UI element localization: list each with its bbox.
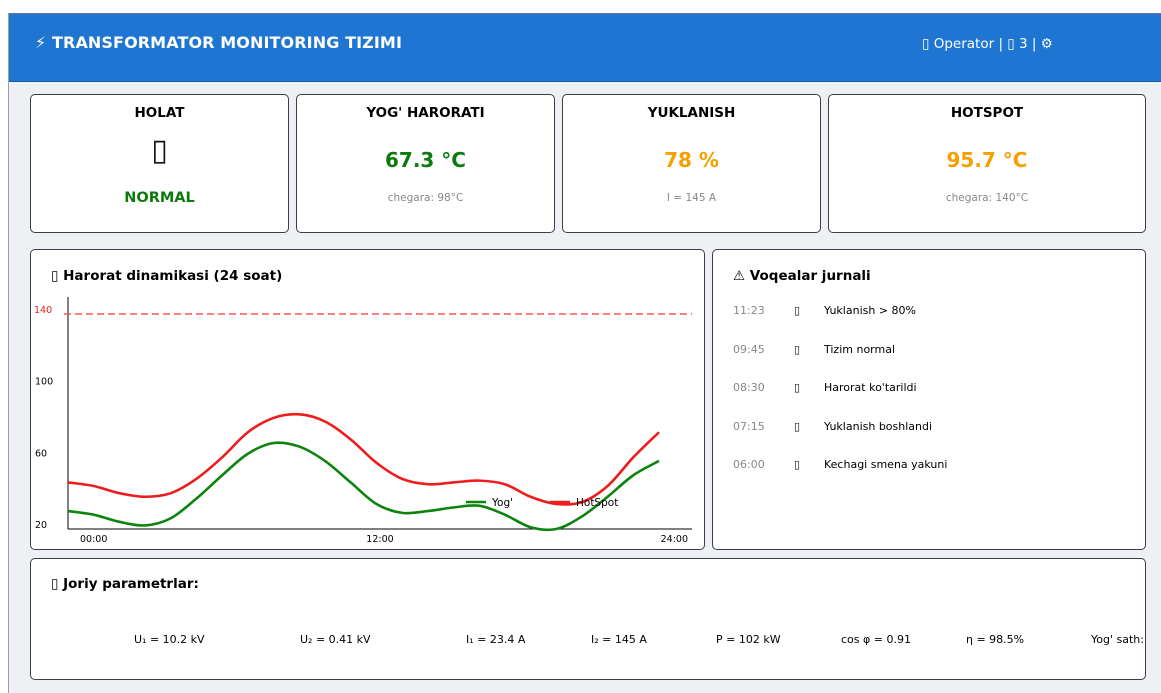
kpi-card-load: YUKLANISH 78 % I = 145 A: [562, 94, 821, 233]
event-time: 06:00: [733, 458, 765, 471]
kpi-title-load: YUKLANISH: [647, 105, 736, 121]
event-log-title: ⚠ Voqealar jurnali: [733, 268, 871, 284]
app-window: ⚡ TRANSFORMATOR MONITORING TIZIMI ▯ Oper…: [8, 13, 1161, 693]
event-time: 11:23: [733, 304, 765, 317]
event-log-row[interactable]: 06:00 ▯ Kechagi smena yakuni: [733, 458, 1133, 474]
top-bar: ⚡ TRANSFORMATOR MONITORING TIZIMI ▯ Oper…: [9, 14, 1161, 82]
event-time: 07:15: [733, 420, 765, 433]
kpi-limit-hotspot: chegara: 140°C: [945, 192, 1029, 204]
kpi-title-oil-temp: YOG' HARORATI: [366, 105, 485, 121]
event-log-row[interactable]: 07:15 ▯ Yuklanish boshlandi: [733, 420, 1133, 436]
param-i1: I₁ = 23.4 A: [466, 633, 526, 646]
kpi-title-holat: HOLAT: [134, 105, 185, 121]
x-tick-label: 24:00: [661, 534, 688, 545]
kpi-value-load: 78 %: [664, 148, 719, 172]
current-parameters-panel: ▯ Joriy parametrlar: U₁ = 10.2 kV U₂ = 0…: [30, 558, 1146, 680]
kpi-current-load: I = 145 A: [666, 192, 717, 204]
event-log-row[interactable]: 11:23 ▯ Yuklanish > 80%: [733, 304, 1133, 320]
parameters-title: ▯ Joriy parametrlar:: [51, 576, 199, 592]
event-icon: ▯: [794, 420, 801, 433]
param-u1: U₁ = 10.2 kV: [134, 633, 205, 646]
status-icon: ▯: [151, 133, 168, 168]
event-log-panel: ⚠ Voqealar jurnali 11:23 ▯ Yuklanish > 8…: [712, 249, 1146, 550]
threshold-label: 140: [34, 305, 52, 316]
series-line-hotspot: [67, 412, 660, 506]
x-tick-label: 12:00: [366, 534, 393, 545]
param-power: P = 102 kW: [716, 633, 781, 646]
kpi-card-oil-temp: YOG' HARORATI 67.3 °C chegara: 98°C: [296, 94, 555, 233]
app-title: ⚡ TRANSFORMATOR MONITORING TIZIMI: [35, 33, 403, 52]
temperature-chart-panel: ▯ Harorat dinamikasi (24 soat) 140 20 60 10…: [30, 249, 705, 550]
event-icon: ▯: [794, 304, 801, 317]
x-tick-label: 00:00: [80, 534, 107, 545]
event-time: 09:45: [733, 343, 765, 356]
event-icon: ▯: [794, 458, 801, 471]
param-efficiency: η = 98.5%: [966, 633, 1025, 646]
y-tick-label: 100: [35, 377, 53, 388]
event-message: Yuklanish boshlandi: [824, 420, 933, 433]
event-time: 08:30: [733, 381, 765, 394]
event-icon: ▯: [794, 381, 801, 394]
kpi-value-hotspot: 95.7 °C: [946, 148, 1028, 172]
event-message: Yuklanish > 80%: [824, 304, 916, 317]
temperature-chart: 140 20 60 100 00:00 12:00 24:00 Yog' HotSpot: [34, 297, 692, 545]
kpi-value-oil-temp: 67.3 °C: [385, 148, 466, 172]
kpi-card-hotspot: HOTSPOT 95.7 °C chegara: 140°C: [828, 94, 1146, 233]
event-message: Kechagi smena yakuni: [824, 458, 948, 471]
param-u2: U₂ = 0.41 kV: [300, 633, 371, 646]
kpi-card-holat: HOLAT ▯ NORMAL: [30, 94, 289, 233]
legend-label-oil: Yog': [491, 497, 513, 509]
event-icon: ▯: [794, 343, 801, 356]
event-log-row[interactable]: 08:30 ▯ Harorat ko'tarildi: [733, 381, 1133, 397]
y-tick-label: 60: [35, 448, 47, 459]
param-i2: I₂ = 145 A: [591, 633, 647, 646]
param-cos-phi: cos φ = 0.91: [841, 633, 911, 646]
event-log-row[interactable]: 09:45 ▯ Tizim normal: [733, 343, 1133, 359]
user-status-bar[interactable]: ▯ Operator | ▯ 3 | ⚙: [922, 36, 1053, 52]
param-oil-level: Yog' sath: OK: [1091, 633, 1145, 646]
event-message: Harorat ko'tarildi: [824, 381, 917, 394]
event-message: Tizim normal: [824, 343, 896, 356]
kpi-title-hotspot: HOTSPOT: [950, 105, 1024, 121]
series-line-oil: [67, 441, 660, 532]
kpi-limit-oil-temp: chegara: 98°C: [387, 192, 464, 204]
y-tick-label: 20: [35, 520, 47, 531]
kpi-status-holat: NORMAL: [124, 190, 195, 206]
legend-label-hotspot: HotSpot: [576, 497, 618, 509]
